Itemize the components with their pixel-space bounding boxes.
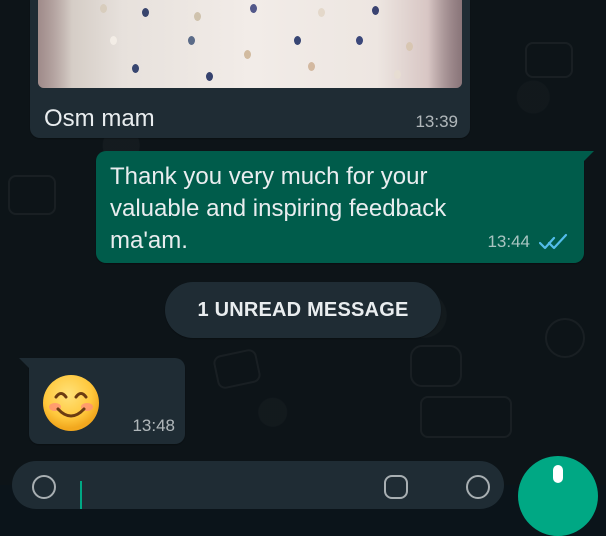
background-doodle bbox=[420, 396, 512, 438]
fabric-dot bbox=[406, 42, 413, 51]
microphone-button[interactable] bbox=[518, 456, 598, 536]
unread-messages-banner: 1 UNREAD MESSAGE bbox=[165, 282, 441, 338]
fabric-dot bbox=[206, 72, 213, 81]
fabric-dot bbox=[294, 36, 301, 45]
incoming-photo-message[interactable]: Osm mam 13:39 bbox=[30, 0, 470, 138]
message-photo[interactable] bbox=[38, 0, 462, 88]
message-composer[interactable] bbox=[12, 461, 504, 509]
incoming-emoji-message[interactable]: 13:48 bbox=[19, 358, 185, 444]
fabric-dot bbox=[318, 8, 325, 17]
fabric-dot bbox=[250, 4, 257, 13]
emoji-icon[interactable] bbox=[32, 475, 56, 499]
background-doodle bbox=[410, 345, 462, 387]
fabric-dot bbox=[394, 70, 401, 79]
fabric-dot bbox=[100, 4, 107, 13]
fabric-dot bbox=[308, 62, 315, 71]
fabric-dot bbox=[188, 36, 195, 45]
fabric-dot bbox=[194, 12, 201, 21]
message-text: Thank you very much for your valuable an… bbox=[110, 163, 447, 254]
background-doodle bbox=[8, 175, 56, 215]
fabric-dot bbox=[372, 6, 379, 15]
fabric-dot bbox=[356, 36, 363, 45]
fabric-dot bbox=[244, 50, 251, 59]
background-doodle bbox=[525, 42, 573, 78]
fabric-dot bbox=[142, 8, 149, 17]
smiling-face-icon bbox=[43, 375, 99, 431]
photo-caption: Osm mam bbox=[44, 105, 155, 132]
message-time: 13:48 bbox=[132, 416, 175, 435]
outgoing-message[interactable]: Thank you very much for your valuable an… bbox=[96, 151, 594, 263]
background-doodle bbox=[211, 347, 263, 391]
background-doodle bbox=[545, 318, 585, 358]
fabric-dot bbox=[132, 64, 139, 73]
attach-icon[interactable] bbox=[384, 475, 408, 499]
photo-shadow-left bbox=[38, 0, 72, 88]
text-cursor bbox=[80, 481, 82, 509]
read-receipt-icon bbox=[539, 233, 568, 250]
message-time: 13:44 bbox=[487, 232, 530, 251]
photo-shadow-right bbox=[428, 0, 462, 88]
message-time: 13:39 bbox=[415, 112, 458, 131]
microphone-icon bbox=[553, 465, 563, 483]
camera-icon[interactable] bbox=[466, 475, 490, 499]
fabric-dot bbox=[110, 36, 117, 45]
